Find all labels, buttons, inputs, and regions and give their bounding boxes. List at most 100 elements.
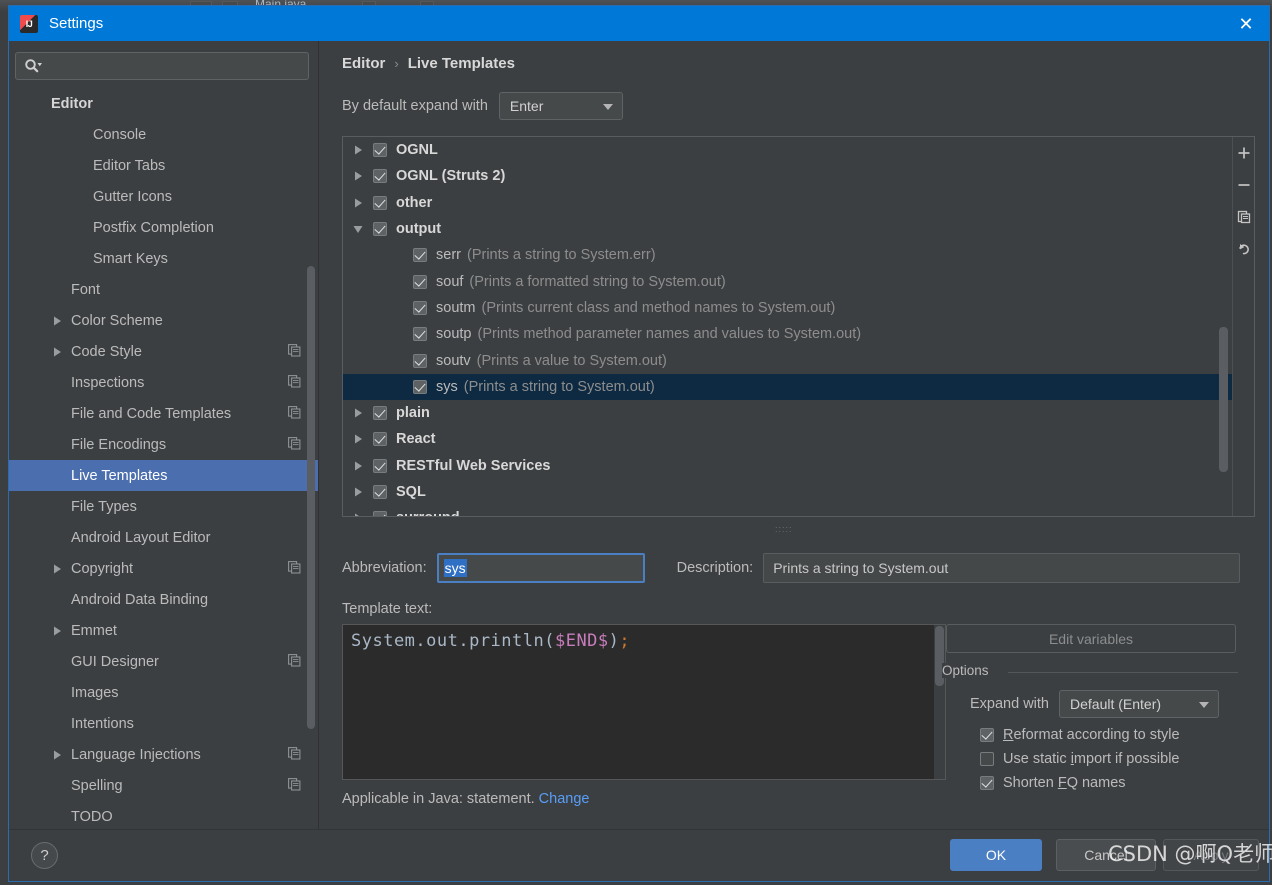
help-button[interactable]: ? xyxy=(31,842,58,869)
close-icon[interactable]: ✕ xyxy=(1223,6,1269,41)
sidebar-item-gutter-icons[interactable]: Gutter Icons xyxy=(9,181,318,212)
template-group-row[interactable]: output xyxy=(343,216,1233,242)
option-checkbox[interactable] xyxy=(980,752,994,766)
template-enabled-checkbox[interactable] xyxy=(373,195,387,210)
sidebar-item-android-layout-editor[interactable]: Android Layout Editor xyxy=(9,522,318,553)
settings-search[interactable] xyxy=(15,52,309,80)
template-enabled-checkbox[interactable] xyxy=(413,300,427,315)
template-enabled-checkbox[interactable] xyxy=(373,458,387,473)
template-group-row[interactable]: OGNL xyxy=(343,137,1233,163)
template-enabled-checkbox[interactable] xyxy=(373,511,387,516)
template-enabled-checkbox[interactable] xyxy=(373,485,387,499)
chevron-right-icon[interactable] xyxy=(351,171,365,181)
sidebar-item-spelling[interactable]: Spelling xyxy=(9,770,318,801)
template-row[interactable]: sys (Prints a string to System.out) xyxy=(343,373,1233,400)
dialog-footer: ? OK Cancel Apply xyxy=(9,829,1269,881)
template-group-row[interactable]: surround xyxy=(343,505,1233,516)
ok-button[interactable]: OK xyxy=(950,839,1042,871)
chevron-right-icon[interactable] xyxy=(49,344,65,360)
option-checkbox-row[interactable]: Reformat according to style xyxy=(980,727,1180,743)
template-group-row[interactable]: SQL xyxy=(343,479,1233,505)
template-enabled-checkbox[interactable] xyxy=(373,406,387,421)
sidebar-item-todo[interactable]: TODO xyxy=(9,801,318,831)
sidebar-item-emmet[interactable]: Emmet xyxy=(9,615,318,646)
option-checkbox[interactable] xyxy=(980,728,994,742)
template-enabled-checkbox[interactable] xyxy=(413,353,427,368)
edit-variables-button[interactable]: Edit variables xyxy=(946,624,1236,653)
template-enabled-checkbox[interactable] xyxy=(413,327,427,342)
sidebar-item-color-scheme[interactable]: Color Scheme xyxy=(9,305,318,336)
expand-with-select[interactable]: Default (Enter) xyxy=(1059,690,1219,718)
copy-icon[interactable] xyxy=(1233,201,1255,233)
sidebar-scrollbar[interactable] xyxy=(307,41,317,831)
chevron-right-icon[interactable] xyxy=(49,623,65,639)
dialog-title-bar: Settings ✕ xyxy=(9,6,1269,41)
chevron-right-icon[interactable] xyxy=(351,145,365,155)
sidebar-scrollbar-thumb[interactable] xyxy=(307,266,315,729)
template-row[interactable]: souf (Prints a formatted string to System… xyxy=(343,268,1233,294)
sidebar-item-code-style[interactable]: Code Style xyxy=(9,336,318,367)
apply-button[interactable]: Apply xyxy=(1163,839,1259,871)
sidebar-item-file-types[interactable]: File Types xyxy=(9,491,318,522)
chevron-right-icon[interactable] xyxy=(351,408,365,418)
template-enabled-checkbox[interactable] xyxy=(413,379,427,394)
template-group-row[interactable]: RESTful Web Services xyxy=(343,453,1233,479)
search-input[interactable] xyxy=(42,58,308,74)
sidebar-item-gui-designer[interactable]: GUI Designer xyxy=(9,646,318,677)
sidebar-item-copyright[interactable]: Copyright xyxy=(9,553,318,584)
sidebar-item-postfix-completion[interactable]: Postfix Completion xyxy=(9,212,318,243)
sidebar-item-console[interactable]: Console xyxy=(9,119,318,150)
chevron-down-icon[interactable] xyxy=(351,225,365,234)
sidebar-item-font[interactable]: Font xyxy=(9,274,318,305)
option-checkbox-row[interactable]: Shorten FQ names xyxy=(980,775,1126,791)
sidebar-item-file-encodings[interactable]: File Encodings xyxy=(9,429,318,460)
default-expand-select[interactable]: Enter xyxy=(498,92,623,120)
panel-splitter[interactable]: ::::: xyxy=(320,522,1269,534)
template-row[interactable]: soutp (Prints method parameter names and … xyxy=(343,321,1233,347)
cancel-button[interactable]: Cancel xyxy=(1056,839,1156,871)
template-enabled-checkbox[interactable] xyxy=(373,222,387,237)
chevron-right-icon[interactable] xyxy=(351,461,365,471)
template-row[interactable]: soutv (Prints a value to System.out) xyxy=(343,347,1233,373)
sidebar-item-language-injections[interactable]: Language Injections xyxy=(9,739,318,770)
template-enabled-checkbox[interactable] xyxy=(373,143,387,158)
template-enabled-checkbox[interactable] xyxy=(373,169,387,184)
template-group-row[interactable]: React xyxy=(343,426,1233,452)
template-enabled-checkbox[interactable] xyxy=(413,248,427,263)
chevron-right-icon[interactable] xyxy=(351,513,365,516)
chevron-right-icon[interactable] xyxy=(351,487,365,497)
undo-icon[interactable] xyxy=(1233,233,1255,265)
description-input[interactable]: Prints a string to System.out xyxy=(763,553,1241,583)
template-group-row[interactable]: plain xyxy=(343,400,1233,426)
template-row[interactable]: soutm (Prints current class and method na… xyxy=(343,295,1233,321)
sidebar-item-android-data-binding[interactable]: Android Data Binding xyxy=(9,584,318,615)
chevron-right-icon[interactable] xyxy=(49,313,65,329)
sidebar-item-file-and-code-templates[interactable]: File and Code Templates xyxy=(9,398,318,429)
option-checkbox[interactable] xyxy=(980,776,994,790)
sidebar-item-live-templates[interactable]: Live Templates xyxy=(9,460,318,491)
abbreviation-input[interactable]: sys xyxy=(436,553,645,583)
minus-icon[interactable] xyxy=(1233,169,1255,201)
sidebar-item-images[interactable]: Images xyxy=(9,677,318,708)
template-list-scrollbar-thumb[interactable] xyxy=(1219,327,1228,472)
change-context-link[interactable]: Change xyxy=(539,791,590,807)
sidebar-item-inspections[interactable]: Inspections xyxy=(9,367,318,398)
plus-icon[interactable] xyxy=(1233,137,1255,169)
breadcrumb-parent[interactable]: Editor xyxy=(342,55,385,72)
sidebar-item-smart-keys[interactable]: Smart Keys xyxy=(9,243,318,274)
template-enabled-checkbox[interactable] xyxy=(373,432,387,447)
chevron-right-icon[interactable] xyxy=(351,434,365,444)
template-list[interactable]: OGNL OGNL (Struts 2) other output serr (Print… xyxy=(343,137,1233,516)
sidebar-item-intentions[interactable]: Intentions xyxy=(9,708,318,739)
sidebar-item-editor-tabs[interactable]: Editor Tabs xyxy=(9,150,318,181)
sidebar-item-editor[interactable]: Editor xyxy=(9,88,318,119)
option-checkbox-row[interactable]: Use static import if possible xyxy=(980,751,1180,767)
template-group-row[interactable]: other xyxy=(343,190,1233,216)
chevron-right-icon[interactable] xyxy=(351,198,365,208)
template-row[interactable]: serr (Prints a string to System.err) xyxy=(343,242,1233,268)
chevron-right-icon[interactable] xyxy=(49,747,65,763)
template-text-editor[interactable]: System.out.println($END$); xyxy=(342,624,946,780)
chevron-right-icon[interactable] xyxy=(49,561,65,577)
template-enabled-checkbox[interactable] xyxy=(413,274,427,289)
template-group-row[interactable]: OGNL (Struts 2) xyxy=(343,163,1233,189)
